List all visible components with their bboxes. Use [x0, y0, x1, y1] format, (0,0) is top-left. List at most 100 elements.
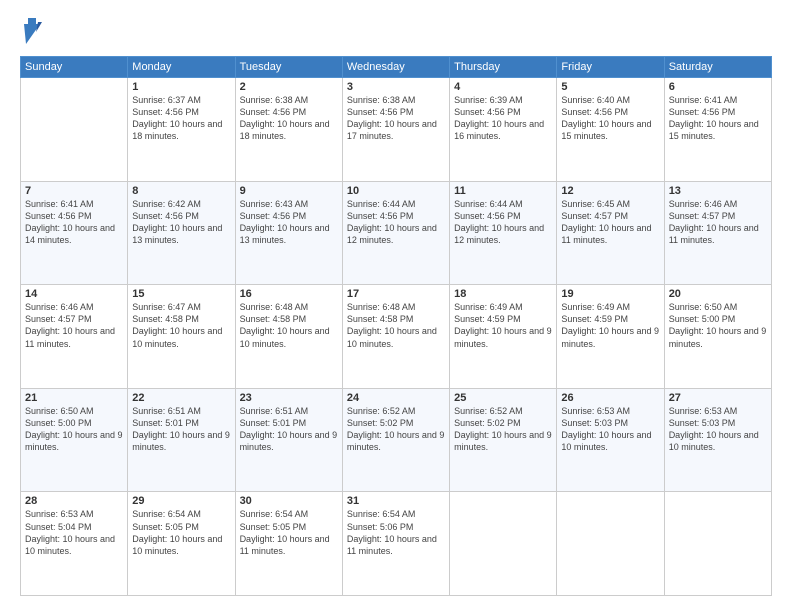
calendar-cell: 14Sunrise: 6:46 AMSunset: 4:57 PMDayligh… — [21, 285, 128, 389]
calendar-cell: 27Sunrise: 6:53 AMSunset: 5:03 PMDayligh… — [664, 388, 771, 492]
calendar-cell: 25Sunrise: 6:52 AMSunset: 5:02 PMDayligh… — [450, 388, 557, 492]
calendar-cell: 19Sunrise: 6:49 AMSunset: 4:59 PMDayligh… — [557, 285, 664, 389]
cell-info: Sunrise: 6:40 AMSunset: 4:56 PMDaylight:… — [561, 94, 659, 143]
logo — [20, 16, 42, 46]
cell-info: Sunrise: 6:46 AMSunset: 4:57 PMDaylight:… — [25, 301, 123, 350]
calendar-cell: 12Sunrise: 6:45 AMSunset: 4:57 PMDayligh… — [557, 181, 664, 285]
cell-info: Sunrise: 6:37 AMSunset: 4:56 PMDaylight:… — [132, 94, 230, 143]
calendar-cell: 7Sunrise: 6:41 AMSunset: 4:56 PMDaylight… — [21, 181, 128, 285]
day-number: 30 — [240, 495, 338, 507]
day-number: 25 — [454, 392, 552, 404]
cell-info: Sunrise: 6:48 AMSunset: 4:58 PMDaylight:… — [347, 301, 445, 350]
cell-info: Sunrise: 6:44 AMSunset: 4:56 PMDaylight:… — [454, 198, 552, 247]
calendar-cell: 15Sunrise: 6:47 AMSunset: 4:58 PMDayligh… — [128, 285, 235, 389]
weekday-header: Saturday — [664, 57, 771, 78]
cell-info: Sunrise: 6:45 AMSunset: 4:57 PMDaylight:… — [561, 198, 659, 247]
calendar-cell: 3Sunrise: 6:38 AMSunset: 4:56 PMDaylight… — [342, 78, 449, 182]
cell-info: Sunrise: 6:49 AMSunset: 4:59 PMDaylight:… — [454, 301, 552, 350]
calendar-week-row: 1Sunrise: 6:37 AMSunset: 4:56 PMDaylight… — [21, 78, 772, 182]
calendar-cell: 16Sunrise: 6:48 AMSunset: 4:58 PMDayligh… — [235, 285, 342, 389]
cell-info: Sunrise: 6:44 AMSunset: 4:56 PMDaylight:… — [347, 198, 445, 247]
calendar-cell: 22Sunrise: 6:51 AMSunset: 5:01 PMDayligh… — [128, 388, 235, 492]
day-number: 10 — [347, 185, 445, 197]
calendar-cell: 24Sunrise: 6:52 AMSunset: 5:02 PMDayligh… — [342, 388, 449, 492]
cell-info: Sunrise: 6:51 AMSunset: 5:01 PMDaylight:… — [240, 405, 338, 454]
calendar-cell: 4Sunrise: 6:39 AMSunset: 4:56 PMDaylight… — [450, 78, 557, 182]
calendar-cell: 10Sunrise: 6:44 AMSunset: 4:56 PMDayligh… — [342, 181, 449, 285]
day-number: 31 — [347, 495, 445, 507]
calendar-cell: 21Sunrise: 6:50 AMSunset: 5:00 PMDayligh… — [21, 388, 128, 492]
day-number: 3 — [347, 81, 445, 93]
day-number: 27 — [669, 392, 767, 404]
day-number: 20 — [669, 288, 767, 300]
day-number: 13 — [669, 185, 767, 197]
calendar-cell: 20Sunrise: 6:50 AMSunset: 5:00 PMDayligh… — [664, 285, 771, 389]
calendar-cell: 28Sunrise: 6:53 AMSunset: 5:04 PMDayligh… — [21, 492, 128, 596]
day-number: 8 — [132, 185, 230, 197]
cell-info: Sunrise: 6:50 AMSunset: 5:00 PMDaylight:… — [669, 301, 767, 350]
calendar-cell: 17Sunrise: 6:48 AMSunset: 4:58 PMDayligh… — [342, 285, 449, 389]
cell-info: Sunrise: 6:54 AMSunset: 5:05 PMDaylight:… — [132, 508, 230, 557]
calendar-cell: 23Sunrise: 6:51 AMSunset: 5:01 PMDayligh… — [235, 388, 342, 492]
cell-info: Sunrise: 6:50 AMSunset: 5:00 PMDaylight:… — [25, 405, 123, 454]
day-number: 18 — [454, 288, 552, 300]
day-number: 28 — [25, 495, 123, 507]
day-number: 24 — [347, 392, 445, 404]
weekday-header: Friday — [557, 57, 664, 78]
calendar-week-row: 28Sunrise: 6:53 AMSunset: 5:04 PMDayligh… — [21, 492, 772, 596]
cell-info: Sunrise: 6:38 AMSunset: 4:56 PMDaylight:… — [347, 94, 445, 143]
calendar-week-row: 14Sunrise: 6:46 AMSunset: 4:57 PMDayligh… — [21, 285, 772, 389]
calendar-cell: 18Sunrise: 6:49 AMSunset: 4:59 PMDayligh… — [450, 285, 557, 389]
day-number: 1 — [132, 81, 230, 93]
cell-info: Sunrise: 6:53 AMSunset: 5:03 PMDaylight:… — [561, 405, 659, 454]
calendar-header-row: SundayMondayTuesdayWednesdayThursdayFrid… — [21, 57, 772, 78]
cell-info: Sunrise: 6:54 AMSunset: 5:06 PMDaylight:… — [347, 508, 445, 557]
calendar-cell: 13Sunrise: 6:46 AMSunset: 4:57 PMDayligh… — [664, 181, 771, 285]
cell-info: Sunrise: 6:41 AMSunset: 4:56 PMDaylight:… — [669, 94, 767, 143]
cell-info: Sunrise: 6:43 AMSunset: 4:56 PMDaylight:… — [240, 198, 338, 247]
day-number: 15 — [132, 288, 230, 300]
cell-info: Sunrise: 6:47 AMSunset: 4:58 PMDaylight:… — [132, 301, 230, 350]
cell-info: Sunrise: 6:53 AMSunset: 5:04 PMDaylight:… — [25, 508, 123, 557]
calendar-cell — [21, 78, 128, 182]
calendar-cell: 31Sunrise: 6:54 AMSunset: 5:06 PMDayligh… — [342, 492, 449, 596]
calendar-week-row: 7Sunrise: 6:41 AMSunset: 4:56 PMDaylight… — [21, 181, 772, 285]
cell-info: Sunrise: 6:46 AMSunset: 4:57 PMDaylight:… — [669, 198, 767, 247]
weekday-header: Wednesday — [342, 57, 449, 78]
cell-info: Sunrise: 6:49 AMSunset: 4:59 PMDaylight:… — [561, 301, 659, 350]
calendar-cell: 30Sunrise: 6:54 AMSunset: 5:05 PMDayligh… — [235, 492, 342, 596]
calendar-cell: 8Sunrise: 6:42 AMSunset: 4:56 PMDaylight… — [128, 181, 235, 285]
day-number: 4 — [454, 81, 552, 93]
cell-info: Sunrise: 6:41 AMSunset: 4:56 PMDaylight:… — [25, 198, 123, 247]
cell-info: Sunrise: 6:48 AMSunset: 4:58 PMDaylight:… — [240, 301, 338, 350]
weekday-header: Sunday — [21, 57, 128, 78]
weekday-header: Thursday — [450, 57, 557, 78]
calendar-cell — [557, 492, 664, 596]
weekday-header: Monday — [128, 57, 235, 78]
day-number: 11 — [454, 185, 552, 197]
calendar-week-row: 21Sunrise: 6:50 AMSunset: 5:00 PMDayligh… — [21, 388, 772, 492]
cell-info: Sunrise: 6:54 AMSunset: 5:05 PMDaylight:… — [240, 508, 338, 557]
day-number: 7 — [25, 185, 123, 197]
day-number: 2 — [240, 81, 338, 93]
day-number: 17 — [347, 288, 445, 300]
calendar-cell: 11Sunrise: 6:44 AMSunset: 4:56 PMDayligh… — [450, 181, 557, 285]
day-number: 16 — [240, 288, 338, 300]
day-number: 22 — [132, 392, 230, 404]
cell-info: Sunrise: 6:51 AMSunset: 5:01 PMDaylight:… — [132, 405, 230, 454]
day-number: 26 — [561, 392, 659, 404]
calendar-cell: 9Sunrise: 6:43 AMSunset: 4:56 PMDaylight… — [235, 181, 342, 285]
day-number: 23 — [240, 392, 338, 404]
calendar-cell: 6Sunrise: 6:41 AMSunset: 4:56 PMDaylight… — [664, 78, 771, 182]
day-number: 19 — [561, 288, 659, 300]
calendar-page: SundayMondayTuesdayWednesdayThursdayFrid… — [0, 0, 792, 612]
day-number: 6 — [669, 81, 767, 93]
calendar-cell: 5Sunrise: 6:40 AMSunset: 4:56 PMDaylight… — [557, 78, 664, 182]
day-number: 21 — [25, 392, 123, 404]
day-number: 12 — [561, 185, 659, 197]
calendar-cell — [450, 492, 557, 596]
cell-info: Sunrise: 6:39 AMSunset: 4:56 PMDaylight:… — [454, 94, 552, 143]
cell-info: Sunrise: 6:53 AMSunset: 5:03 PMDaylight:… — [669, 405, 767, 454]
cell-info: Sunrise: 6:42 AMSunset: 4:56 PMDaylight:… — [132, 198, 230, 247]
calendar-cell — [664, 492, 771, 596]
